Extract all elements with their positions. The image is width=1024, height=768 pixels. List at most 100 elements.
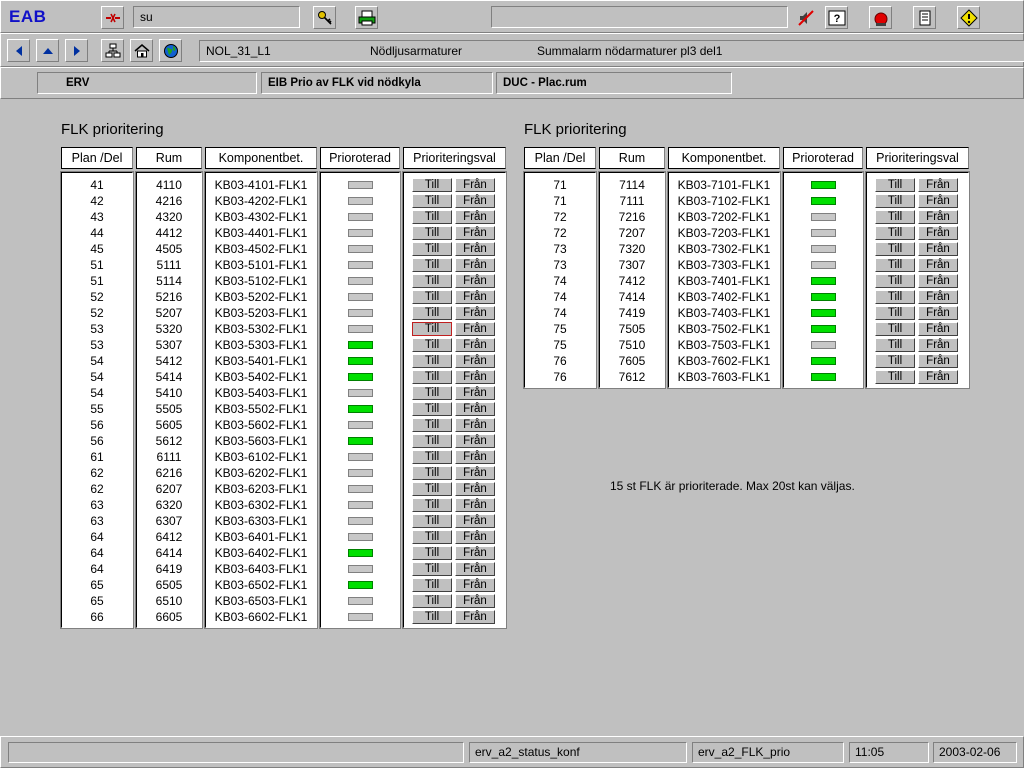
- till-button[interactable]: Till: [875, 194, 915, 208]
- till-button[interactable]: Till: [412, 242, 452, 256]
- till-button[interactable]: Till: [875, 274, 915, 288]
- till-button[interactable]: Till: [412, 210, 452, 224]
- fran-button[interactable]: Från: [455, 194, 495, 208]
- fran-button[interactable]: Från: [455, 402, 495, 416]
- fran-button[interactable]: Från: [455, 594, 495, 608]
- alarm-bell-icon[interactable]: [869, 6, 892, 29]
- till-button[interactable]: Till: [875, 226, 915, 240]
- till-button[interactable]: Till: [412, 450, 452, 464]
- till-button[interactable]: Till: [875, 354, 915, 368]
- fran-button[interactable]: Från: [455, 210, 495, 224]
- till-button[interactable]: Till: [412, 290, 452, 304]
- fran-button[interactable]: Från: [455, 450, 495, 464]
- fran-button[interactable]: Från: [455, 242, 495, 256]
- fran-button[interactable]: Från: [455, 578, 495, 592]
- till-button[interactable]: Till: [412, 530, 452, 544]
- help-icon[interactable]: ?: [825, 6, 848, 29]
- till-button[interactable]: Till: [875, 258, 915, 272]
- fran-button[interactable]: Från: [918, 338, 958, 352]
- till-button[interactable]: Till: [412, 194, 452, 208]
- till-button[interactable]: Till: [412, 498, 452, 512]
- user-field[interactable]: su: [133, 6, 300, 28]
- fran-button[interactable]: Från: [455, 546, 495, 560]
- fran-button[interactable]: Från: [455, 306, 495, 320]
- fran-button[interactable]: Från: [455, 322, 495, 336]
- fran-button[interactable]: Från: [455, 514, 495, 528]
- till-button[interactable]: Till: [412, 402, 452, 416]
- till-button[interactable]: Till: [412, 178, 452, 192]
- till-button[interactable]: Till: [412, 306, 452, 320]
- till-button[interactable]: Till: [412, 562, 452, 576]
- fran-button[interactable]: Från: [455, 338, 495, 352]
- till-button[interactable]: Till: [875, 338, 915, 352]
- till-button[interactable]: Till: [875, 242, 915, 256]
- no-sound-icon[interactable]: [794, 6, 817, 29]
- fran-button[interactable]: Från: [455, 466, 495, 480]
- fran-button[interactable]: Från: [455, 610, 495, 624]
- till-button[interactable]: Till: [412, 386, 452, 400]
- fran-button[interactable]: Från: [918, 354, 958, 368]
- fran-button[interactable]: Från: [918, 242, 958, 256]
- fran-button[interactable]: Från: [455, 434, 495, 448]
- fran-button[interactable]: Från: [918, 258, 958, 272]
- till-button[interactable]: Till: [412, 418, 452, 432]
- warning-icon[interactable]: [957, 6, 980, 29]
- till-button[interactable]: Till: [412, 258, 452, 272]
- disconnect-icon[interactable]: [101, 6, 124, 29]
- fran-button[interactable]: Från: [455, 418, 495, 432]
- till-button[interactable]: Till: [412, 482, 452, 496]
- fran-button[interactable]: Från: [455, 274, 495, 288]
- fran-button[interactable]: Från: [918, 178, 958, 192]
- till-button[interactable]: Till: [412, 434, 452, 448]
- till-button[interactable]: Till: [875, 290, 915, 304]
- arrow-up-icon[interactable]: [36, 39, 59, 62]
- arrow-left-icon[interactable]: [7, 39, 30, 62]
- till-button[interactable]: Till: [412, 370, 452, 384]
- fran-button[interactable]: Från: [918, 274, 958, 288]
- fran-button[interactable]: Från: [455, 354, 495, 368]
- fran-button[interactable]: Från: [918, 226, 958, 240]
- till-button[interactable]: Till: [412, 514, 452, 528]
- till-button[interactable]: Till: [875, 178, 915, 192]
- fran-button[interactable]: Från: [455, 386, 495, 400]
- tree-icon[interactable]: [101, 39, 124, 62]
- fran-button[interactable]: Från: [918, 306, 958, 320]
- till-button[interactable]: Till: [412, 226, 452, 240]
- till-button[interactable]: Till: [875, 210, 915, 224]
- fran-button[interactable]: Från: [455, 178, 495, 192]
- till-button[interactable]: Till: [875, 322, 915, 336]
- cell-plan: 52: [90, 306, 104, 320]
- column-prio: [782, 171, 864, 389]
- till-button[interactable]: Till: [412, 274, 452, 288]
- home-icon[interactable]: [130, 39, 153, 62]
- till-button[interactable]: Till: [412, 594, 452, 608]
- globe-icon[interactable]: [159, 39, 182, 62]
- fran-button[interactable]: Från: [455, 498, 495, 512]
- fran-button[interactable]: Från: [918, 290, 958, 304]
- till-button[interactable]: Till: [412, 610, 452, 624]
- till-button[interactable]: Till: [875, 370, 915, 384]
- fran-button[interactable]: Från: [918, 322, 958, 336]
- till-button[interactable]: Till: [412, 338, 452, 352]
- fran-button[interactable]: Från: [918, 194, 958, 208]
- till-button[interactable]: Till: [412, 354, 452, 368]
- fran-button[interactable]: Från: [918, 210, 958, 224]
- fran-button[interactable]: Från: [455, 226, 495, 240]
- till-button[interactable]: Till: [875, 306, 915, 320]
- key-icon[interactable]: [313, 6, 336, 29]
- notepad-icon[interactable]: [913, 6, 936, 29]
- till-button[interactable]: Till: [412, 578, 452, 592]
- cell-plan: 64: [90, 562, 104, 576]
- arrow-right-icon[interactable]: [65, 39, 88, 62]
- fran-button[interactable]: Från: [455, 562, 495, 576]
- till-button[interactable]: Till: [412, 546, 452, 560]
- fran-button[interactable]: Från: [918, 370, 958, 384]
- fran-button[interactable]: Från: [455, 290, 495, 304]
- till-button[interactable]: Till: [412, 322, 452, 336]
- fran-button[interactable]: Från: [455, 258, 495, 272]
- printer-icon[interactable]: [355, 6, 378, 29]
- fran-button[interactable]: Från: [455, 530, 495, 544]
- fran-button[interactable]: Från: [455, 482, 495, 496]
- till-button[interactable]: Till: [412, 466, 452, 480]
- fran-button[interactable]: Från: [455, 370, 495, 384]
